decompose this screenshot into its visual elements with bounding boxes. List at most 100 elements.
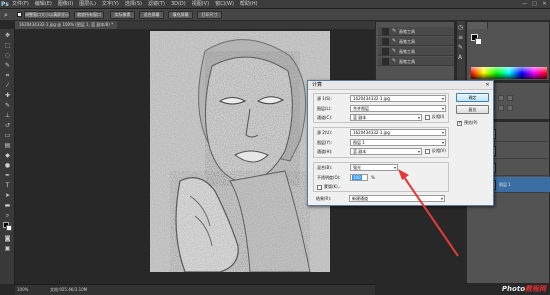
character-panel-icon[interactable]: A <box>458 55 464 61</box>
source2-select[interactable]: 1620434332-1.jpg ▾ <box>350 129 446 136</box>
source2-label: 源 2(U): <box>317 130 333 135</box>
dodge-tool-icon[interactable]: ● <box>3 162 12 170</box>
type-tool-icon[interactable]: T <box>3 182 12 190</box>
options-bar: ⌕ 调整窗口大小以满屏显示 缩放所有窗口 实际像素 适合屏幕 填充屏幕 打印尺寸 <box>0 9 550 21</box>
source1-layer-value: 合并图层 <box>353 106 369 111</box>
result-select[interactable]: 新建通道 ▾ <box>349 195 445 202</box>
background-color-swatch[interactable] <box>475 38 482 45</box>
properties-panel-icon[interactable]: ≡ <box>458 35 464 41</box>
menu-file[interactable]: 文件(F) <box>12 1 29 8</box>
blend-label: 混合(B): <box>317 165 333 170</box>
close-icon[interactable]: ✕ <box>541 1 548 7</box>
maximize-icon[interactable]: □ <box>531 1 538 7</box>
menu-items: 文件(F) 编辑(E) 图像(I) 图层(L) 文字(Y) 选择(S) 滤镜(T… <box>12 1 258 8</box>
color-spectrum[interactable] <box>471 67 547 79</box>
source2-layer-select[interactable]: 图层 1 ▾ <box>350 139 446 146</box>
preview-checkbox[interactable] <box>457 120 462 126</box>
mask-label[interactable]: 蒙版(K)... <box>324 184 342 190</box>
quick-mask-icon[interactable]: ◙ <box>3 235 12 243</box>
zoom-level[interactable]: 100% <box>17 287 28 292</box>
pen-tool-icon[interactable]: ✒ <box>3 172 12 180</box>
source1-channel-value: 蓝 副本 <box>353 115 367 120</box>
source2-channel-select[interactable]: 蓝 副本 ▾ <box>350 148 422 155</box>
menu-edit[interactable]: 编辑(E) <box>35 1 52 8</box>
channel-mixer-icon[interactable] <box>507 105 513 111</box>
menu-image[interactable]: 图像(I) <box>58 1 73 8</box>
fill-screen-button[interactable]: 填充屏幕 <box>168 11 193 19</box>
history-item[interactable]: ✎ 画笔工具 <box>378 27 454 36</box>
menu-bar: Ps 文件(F) 编辑(E) 图像(I) 图层(L) 文字(Y) 选择(S) 滤… <box>0 0 550 9</box>
menu-layer[interactable]: 图层(L) <box>79 1 96 8</box>
menu-select[interactable]: 选择(S) <box>125 1 142 8</box>
menu-3d[interactable]: 3D(D) <box>171 1 186 8</box>
eraser-tool-icon[interactable]: ▭ <box>3 132 12 140</box>
screen-mode-icon[interactable]: ▣ <box>3 245 12 253</box>
source2-invert-checkbox[interactable] <box>425 149 430 154</box>
background-color-swatch[interactable] <box>6 225 12 231</box>
actual-pixels-button[interactable]: 实际像素 <box>110 11 135 19</box>
gradient-tool-icon[interactable]: ▤ <box>3 142 12 150</box>
history-brush-tool-icon[interactable]: ↺ <box>3 122 12 130</box>
watermark-left: Photo <box>501 285 525 293</box>
portrait-image <box>150 31 330 272</box>
chevron-down-icon: ▾ <box>441 140 444 145</box>
document-image[interactable] <box>150 31 330 272</box>
zoom-all-button[interactable]: 缩放所有窗口 <box>74 11 104 19</box>
vibrance-icon[interactable] <box>507 95 513 101</box>
lasso-tool-icon[interactable]: ◌ <box>3 52 12 60</box>
brush-tool-icon[interactable]: ✎ <box>3 102 12 110</box>
chevron-down-icon: ▾ <box>441 130 444 135</box>
menu-type[interactable]: 文字(Y) <box>102 1 119 8</box>
history-panel-icon[interactable]: ◷ <box>458 25 464 31</box>
menu-filter[interactable]: 滤镜(T) <box>148 1 165 8</box>
clone-stamp-tool-icon[interactable]: ⊥ <box>3 112 12 120</box>
fit-screen-button[interactable]: 适合屏幕 <box>139 11 164 19</box>
ok-button[interactable]: 确定 <box>456 93 489 102</box>
print-size-button[interactable]: 打印尺寸 <box>197 11 222 19</box>
color-panel-tab[interactable] <box>468 22 488 29</box>
eyedropper-tool-icon[interactable]: ⁄ <box>3 82 12 90</box>
move-tool-icon[interactable]: ✥ <box>3 32 12 40</box>
menu-help[interactable]: 帮助(H) <box>240 1 258 8</box>
minimize-icon[interactable]: — <box>521 1 528 7</box>
document-tab[interactable]: 1620434332-1.jpg @ 100% (图层 1, 蓝 副本/8) * <box>15 21 118 29</box>
history-item[interactable]: ✎ 画笔工具 <box>378 47 454 56</box>
zoom-tool-icon[interactable]: ⌕ <box>4 11 12 19</box>
brush-panel-icon[interactable]: ✎ <box>458 45 464 51</box>
marquee-tool-icon[interactable]: ⬚ <box>3 42 12 50</box>
tools-panel: ✥ ⬚ ◌ ✎ ⌗ ⁄ ✚ ✎ ⊥ ↺ ▭ ▤ ◆ ● ✒ T ➤ ▬ ⌕ ◙ … <box>0 29 15 284</box>
quick-select-tool-icon[interactable]: ✎ <box>3 62 12 70</box>
history-item[interactable]: ✎ 画笔工具 <box>378 37 454 46</box>
menu-window[interactable]: 窗口(W) <box>215 1 234 8</box>
zoom-tool-icon[interactable]: ⌕ <box>3 212 12 220</box>
source1-label: 源 1(S): <box>317 96 332 101</box>
source1-layer-select[interactable]: 合并图层 ▾ <box>350 105 446 112</box>
opacity-input[interactable]: 100 <box>350 174 368 181</box>
photo-filter-icon[interactable] <box>498 105 504 111</box>
history-item[interactable]: ✎ 画笔工具 <box>378 57 454 66</box>
menu-view[interactable]: 视图(V) <box>192 1 209 8</box>
reset-button[interactable]: 复位 <box>456 105 489 114</box>
history-label: 画笔工具 <box>399 49 415 54</box>
shape-tool-icon[interactable]: ▬ <box>3 202 12 210</box>
source1-invert-label: 反相(I) <box>432 114 445 119</box>
path-select-tool-icon[interactable]: ➤ <box>3 192 12 200</box>
layer-name: 图层 1 <box>499 182 511 187</box>
resize-to-fit-button[interactable]: 调整窗口大小以满屏显示 <box>24 11 70 19</box>
color-panel <box>466 21 550 81</box>
exposure-icon[interactable] <box>498 95 504 101</box>
mask-checkbox[interactable] <box>317 185 322 190</box>
crop-tool-icon[interactable]: ⌗ <box>3 72 12 80</box>
history-thumbnail <box>382 38 389 45</box>
source1-invert-checkbox[interactable] <box>425 115 430 120</box>
source1-channel-select[interactable]: 蓝 副本 ▾ <box>350 114 422 121</box>
blur-tool-icon[interactable]: ◆ <box>3 152 12 160</box>
brush-icon: ✎ <box>392 28 397 34</box>
source1-value: 1620434332-1.jpg <box>353 96 390 101</box>
source1-select[interactable]: 1620434332-1.jpg ▾ <box>350 95 446 102</box>
resize-windows-checkbox[interactable] <box>17 12 22 17</box>
source2-channel-value: 蓝 副本 <box>353 149 367 154</box>
blend-mode-select[interactable]: 强光 ▾ <box>350 164 398 171</box>
close-icon[interactable]: ✕ <box>484 82 491 88</box>
healing-brush-tool-icon[interactable]: ✚ <box>3 92 12 100</box>
